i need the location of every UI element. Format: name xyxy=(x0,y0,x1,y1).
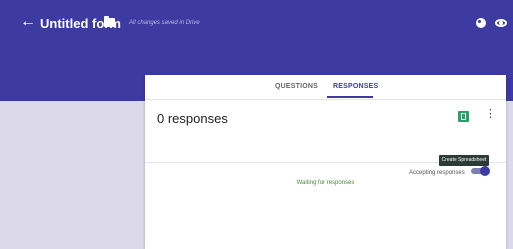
save-status: All changes saved in Drive xyxy=(129,20,200,26)
palette-icon[interactable] xyxy=(476,18,486,28)
waiting-message: Waiting for responses xyxy=(296,180,355,186)
folder-icon[interactable] xyxy=(104,16,115,27)
preview-eye-icon[interactable] xyxy=(495,19,507,27)
toggle-knob[interactable] xyxy=(480,166,490,176)
tab-bar: QUESTIONS RESPONSES xyxy=(145,75,506,100)
accepting-responses-label: Accepting responses xyxy=(409,170,465,176)
tab-responses[interactable]: RESPONSES xyxy=(333,83,378,90)
create-spreadsheet-icon[interactable] xyxy=(458,111,469,122)
create-spreadsheet-tooltip: Create Spreadsheet xyxy=(439,155,489,166)
responses-card: QUESTIONS RESPONSES 0 responses ⋮ Create… xyxy=(145,75,506,249)
more-options-icon[interactable]: ⋮ xyxy=(485,109,496,120)
responses-count: 0 responses xyxy=(157,111,228,126)
tab-questions[interactable]: QUESTIONS xyxy=(275,83,318,90)
responses-summary: 0 responses ⋮ Create Spreadsheet Accepti… xyxy=(145,100,506,176)
active-tab-indicator xyxy=(327,96,373,98)
back-arrow-icon[interactable]: ← xyxy=(20,14,36,30)
